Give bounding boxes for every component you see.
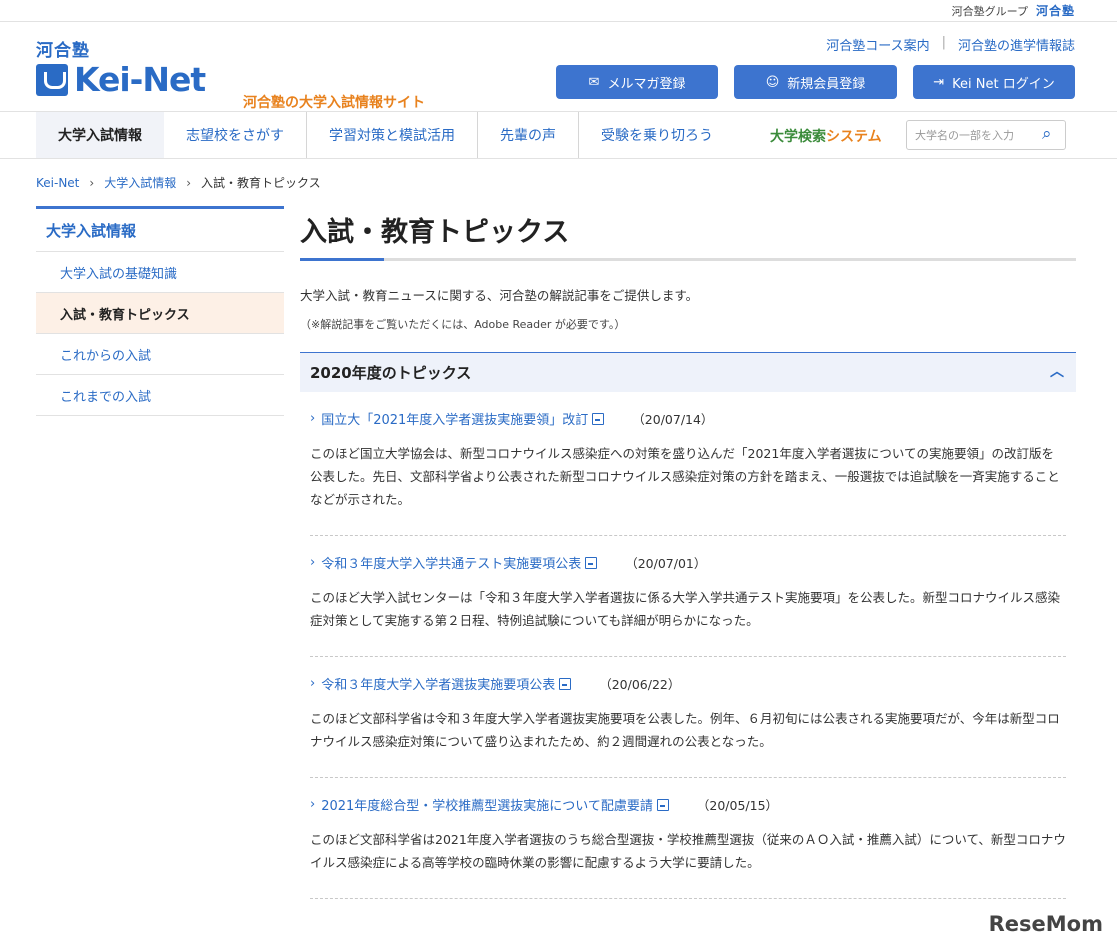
kawaijuku-logo[interactable]: 河合塾 [36,36,90,61]
topic-date: （20/07/14） [632,412,714,427]
chevron-right-icon: › [310,797,316,812]
topic-item: › 令和３年度大学入学共通テスト実施要項公表 （20/07/01） このほど大学… [310,536,1066,657]
topic-item: › 令和３年度大学入学者選抜実施要項公表 （20/06/22） このほど文部科学… [310,657,1066,778]
topic-item: › 国立大「2021年度入学者選抜実施要領」改訂 （20/07/14） このほど… [310,392,1066,536]
register-button-label: 新規会員登録 [787,76,866,92]
header-links: 河合塾コース案内 | 河合塾の進学情報誌 [826,35,1075,54]
breadcrumb-admissions[interactable]: 大学入試情報 [104,174,176,191]
topic-link[interactable]: 2021年度総合型・学校推薦型選抜実施について配慮要請 [321,795,653,814]
topic-date: （20/07/01） [625,556,707,571]
topic-link[interactable]: 令和３年度大学入学共通テスト実施要項公表 [321,553,581,572]
nav-item-find-school[interactable]: 志望校をさがす [164,112,307,158]
user-icon: ☺ [765,74,780,90]
link-divider: | [941,35,946,50]
pdf-icon [585,556,598,569]
login-button[interactable]: ⇥ Kei Net ログイン [913,65,1075,99]
chevron-right-icon: › [186,175,192,190]
sidebar-item-basics[interactable]: 大学入試の基礎知識 [36,252,284,293]
topic-date: （20/06/22） [599,677,681,692]
chevron-right-icon: › [310,676,316,691]
topic-date: （20/05/15） [696,798,779,813]
section-title: 2020年度のトピックス [310,364,472,382]
topic-summary: このほど国立大学協会は、新型コロナウイルス感染症への対策を盛り込んだ「2021年… [310,446,1060,507]
sidebar-item-topics[interactable]: 入試・教育トピックス [36,293,284,334]
keinet-wordmark: Kei-Net [74,60,206,99]
global-nav: 大学入試情報 志望校をさがす 学習対策と模試活用 先輩の声 受験を乗り切ろう 大… [0,112,1117,159]
group-brand-logo[interactable]: 河合塾 [1036,2,1075,19]
site-tagline: 河合塾の大学入試情報サイト [243,95,425,111]
title-divider [300,258,1076,261]
pdf-icon [592,412,605,425]
page-title: 入試・教育トピックス [300,216,570,248]
topic-summary: このほど大学入試センターは「令和３年度大学入学者選抜に係る大学入学共通テスト実施… [310,590,1061,628]
sidebar-item-future[interactable]: これからの入試 [36,334,284,375]
keinet-logo[interactable]: Kei-Net [36,60,206,99]
chevron-right-icon: › [310,555,316,570]
topic-link[interactable]: 国立大「2021年度入学者選抜実施要領」改訂 [321,409,588,428]
nav-item-seniors[interactable]: 先輩の声 [478,112,579,158]
breadcrumb: Kei-Net › 大学入試情報 › 入試・教育トピックス [36,174,321,191]
search-system-label-b: システム [826,129,882,145]
magazine-link[interactable]: 河合塾の進学情報誌 [958,35,1075,54]
chevron-right-icon: › [89,175,95,190]
topic-summary: このほど文部科学省は2021年度入学者選抜のうち総合型選抜・学校推薦型選抜（従来… [310,832,1066,870]
newsletter-button[interactable]: ✉ メルマガ登録 [556,65,718,99]
topic-summary: このほど文部科学省は令和３年度大学入学者選抜実施要項を公表した。例年、６月初旬に… [310,711,1060,749]
login-icon: ⇥ [933,74,945,90]
university-search-system[interactable]: 大学検索システム [770,126,882,146]
search-icon[interactable]: ⌕ [1042,124,1052,144]
book-icon [36,63,68,96]
breadcrumb-home[interactable]: Kei-Net [36,176,79,190]
adobe-note: （※解説記事をご覧いただくには、Adobe Reader が必要です。） [300,318,626,331]
sidebar: 大学入試情報 大学入試の基礎知識 入試・教育トピックス これからの入試 これまで… [36,206,284,416]
main-content: 入試・教育トピックス 大学入試・教育ニュースに関する、河合塾の解説記事をご提供し… [300,200,1076,899]
nav-item-survive[interactable]: 受験を乗り切ろう [579,112,735,158]
login-button-label: Kei Net ログイン [952,76,1055,92]
newsletter-button-label: メルマガ登録 [607,76,686,92]
sidebar-heading[interactable]: 大学入試情報 [36,206,284,252]
course-guide-link[interactable]: 河合塾コース案内 [826,35,929,54]
nav-item-admissions[interactable]: 大学入試情報 [36,112,164,158]
group-label: 河合塾グループ [951,4,1028,18]
resemom-watermark: ReseMom [988,912,1103,936]
register-button[interactable]: ☺ 新規会員登録 [734,65,897,99]
pdf-icon [656,798,669,811]
section-header-2020[interactable]: 2020年度のトピックス ︿ [300,352,1076,392]
nav-item-study[interactable]: 学習対策と模試活用 [307,112,478,158]
intro-text: 大学入試・教育ニュースに関する、河合塾の解説記事をご提供します。 [300,288,699,303]
site-header: 河合塾 Kei-Net 河合塾の大学入試情報サイト 河合塾コース案内 | 河合塾… [0,22,1117,112]
chevron-right-icon: › [310,411,316,426]
topic-link[interactable]: 令和３年度大学入学者選抜実施要項公表 [321,674,555,693]
sidebar-item-past[interactable]: これまでの入試 [36,375,284,416]
pdf-icon [559,677,572,690]
mail-icon: ✉ [588,74,600,90]
top-strip: 河合塾グループ 河合塾 [0,0,1117,22]
chevron-up-icon[interactable]: ︿ [1050,361,1064,381]
topic-item: › 2021年度総合型・学校推薦型選抜実施について配慮要請 （20/05/15）… [310,778,1066,899]
search-system-label-a: 大学検索 [770,129,826,145]
header-buttons: ✉ メルマガ登録 ☺ 新規会員登録 ⇥ Kei Net ログイン [556,65,1075,99]
breadcrumb-current: 入試・教育トピックス [201,176,321,190]
